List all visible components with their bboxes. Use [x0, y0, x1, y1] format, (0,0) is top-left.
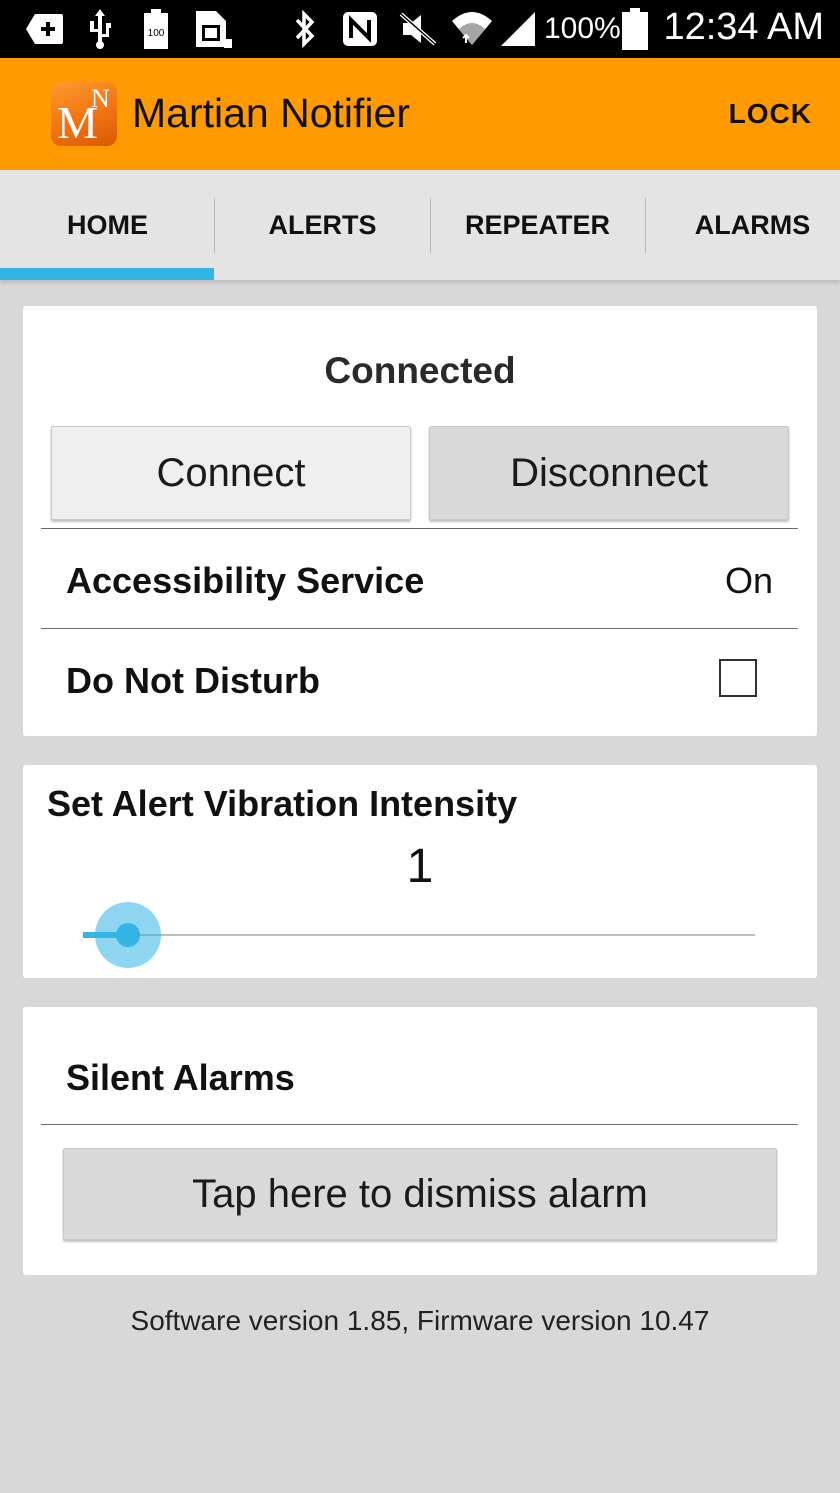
- divider: [41, 1124, 798, 1125]
- svg-text:100: 100: [148, 28, 165, 39]
- battery-100-icon: 100: [142, 9, 170, 49]
- status-bar: 100 100% 12:34 AM: [0, 0, 840, 58]
- app-title: Martian Notifier: [132, 90, 410, 136]
- tab-home[interactable]: HOME: [0, 170, 215, 280]
- dismiss-alarm-button[interactable]: Tap here to dismiss alarm: [63, 1148, 777, 1240]
- battery-percent: 100%: [544, 12, 621, 45]
- tab-alarms[interactable]: ALARMS: [645, 170, 840, 280]
- connection-card: Connected Connect Disconnect Accessibili…: [23, 306, 817, 736]
- vibration-slider-thumb[interactable]: [116, 923, 140, 947]
- sim-icon: [194, 9, 232, 49]
- connect-button[interactable]: Connect: [51, 426, 411, 520]
- divider: [41, 628, 798, 629]
- tab-alerts[interactable]: ALERTS: [215, 170, 430, 280]
- wifi-icon: [450, 9, 494, 49]
- vibration-title: Set Alert Vibration Intensity: [47, 783, 518, 824]
- do-not-disturb-label: Do Not Disturb: [66, 660, 320, 701]
- clock: 12:34 AM: [663, 6, 824, 48]
- tab-bar: HOME ALERTS REPEATER ALARMS: [0, 170, 840, 280]
- logo-letter-n: N: [91, 84, 110, 113]
- battery-icon: [620, 8, 650, 50]
- signal-icon: [498, 9, 538, 49]
- disconnect-button[interactable]: Disconnect: [429, 426, 789, 520]
- action-bar: M N Martian Notifier LOCK: [0, 58, 840, 170]
- add-box-icon: [24, 9, 66, 49]
- silent-alarms-title: Silent Alarms: [66, 1057, 295, 1098]
- connection-status: Connected: [324, 350, 516, 391]
- lock-button[interactable]: LOCK: [729, 98, 812, 130]
- accessibility-service-label: Accessibility Service: [66, 560, 425, 601]
- vibration-card: Set Alert Vibration Intensity 1: [23, 765, 817, 978]
- tab-repeater[interactable]: REPEATER: [430, 170, 645, 280]
- nfc-icon: [340, 9, 380, 49]
- mute-icon: [398, 9, 438, 49]
- divider: [41, 528, 798, 529]
- alarms-card: Silent Alarms Tap here to dismiss alarm: [23, 1007, 817, 1275]
- version-info: Software version 1.85, Firmware version …: [130, 1305, 710, 1336]
- vibration-slider-track[interactable]: [85, 934, 755, 936]
- usb-icon: [86, 9, 114, 49]
- tab-indicator: [0, 268, 214, 280]
- accessibility-service-value[interactable]: On: [725, 560, 773, 602]
- do-not-disturb-checkbox[interactable]: [719, 659, 757, 697]
- app-logo[interactable]: M N: [51, 82, 117, 148]
- vibration-value: 1: [406, 840, 434, 893]
- bluetooth-icon: [290, 9, 320, 49]
